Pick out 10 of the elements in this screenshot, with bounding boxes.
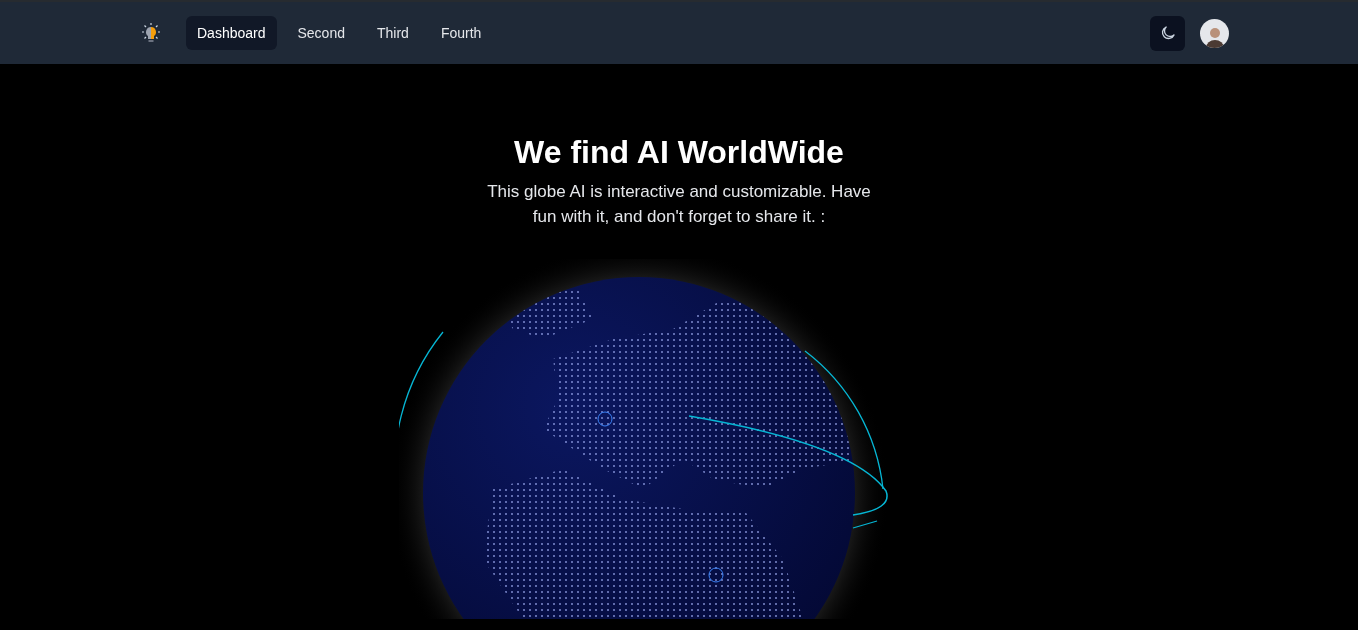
nav-tab[interactable]: Fourth — [429, 16, 493, 50]
nav-tab[interactable]: Second — [286, 16, 356, 50]
hero-title: We find AI WorldWide — [514, 134, 844, 171]
globe-drawing[interactable] — [399, 259, 889, 619]
theme-toggle-button[interactable] — [1150, 15, 1185, 51]
lightbulb-logo-icon[interactable] — [140, 22, 162, 44]
hero-subtitle: This globe AI is interactive and customizable. Have fun with it, and don't forget to share it. : — [486, 181, 872, 228]
user-avatar[interactable] — [1200, 18, 1229, 48]
nav-tab[interactable]: Dashboard — [186, 16, 277, 50]
nav-tab[interactable]: Third — [366, 16, 420, 50]
